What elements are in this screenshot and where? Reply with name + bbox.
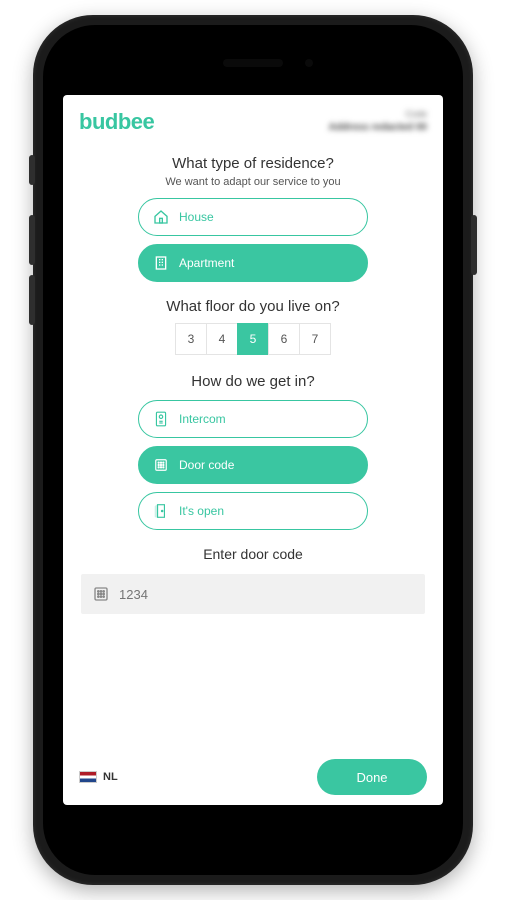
phone-bezel: budbee Code Address redacted 00 What typ…: [43, 25, 463, 875]
access-option-open[interactable]: It's open: [138, 492, 368, 530]
floor-cell-0[interactable]: 3: [175, 323, 207, 355]
apartment-icon: [153, 255, 169, 271]
header-address-blurred: Code Address redacted 00: [329, 109, 427, 134]
app-root: budbee Code Address redacted 00 What typ…: [63, 95, 443, 805]
residence-option-house[interactable]: House: [138, 198, 368, 236]
access-option-intercom-label: Intercom: [179, 412, 226, 426]
access-option-doorcode[interactable]: Door code: [138, 446, 368, 484]
doorcode-title: Enter door code: [79, 546, 427, 562]
power-button: [471, 215, 477, 275]
front-camera: [305, 59, 313, 67]
silence-switch: [29, 155, 35, 185]
residence-options: House: [79, 198, 427, 282]
intercom-icon: [153, 411, 169, 427]
floor-cell-3[interactable]: 6: [268, 323, 300, 355]
app-header: budbee Code Address redacted 00: [79, 109, 427, 135]
residence-option-apartment-label: Apartment: [179, 256, 234, 270]
access-option-intercom[interactable]: Intercom: [138, 400, 368, 438]
language-selector[interactable]: NL: [79, 771, 118, 783]
doorcode-field-wrap[interactable]: [81, 574, 425, 614]
volume-down-button: [29, 275, 35, 325]
floor-cell-2[interactable]: 5: [237, 323, 269, 355]
floor-cell-1[interactable]: 4: [206, 323, 238, 355]
doorcode-input[interactable]: [119, 587, 413, 602]
flag-nl-icon: [79, 771, 97, 783]
volume-up-button: [29, 215, 35, 265]
phone-frame: budbee Code Address redacted 00 What typ…: [33, 15, 473, 885]
keypad-icon: [93, 586, 109, 602]
door-open-icon: [153, 503, 169, 519]
residence-subtitle: We want to adapt our service to you: [79, 176, 427, 188]
access-options: Intercom: [79, 400, 427, 530]
residence-option-apartment[interactable]: Apartment: [138, 244, 368, 282]
app-footer: NL Done: [79, 751, 427, 795]
floor-title: What floor do you live on?: [79, 298, 427, 315]
access-option-open-label: It's open: [179, 504, 224, 518]
house-icon: [153, 209, 169, 225]
language-label: NL: [103, 771, 118, 783]
brand-logo: budbee: [79, 109, 154, 135]
keypad-icon: [153, 457, 169, 473]
done-button[interactable]: Done: [317, 759, 427, 795]
access-option-doorcode-label: Door code: [179, 458, 234, 472]
residence-option-house-label: House: [179, 210, 214, 224]
access-title: How do we get in?: [79, 373, 427, 390]
screen: budbee Code Address redacted 00 What typ…: [63, 95, 443, 805]
floor-picker: 3 4 5 6 7: [79, 323, 427, 355]
speaker: [223, 59, 283, 67]
floor-cell-4[interactable]: 7: [299, 323, 331, 355]
main-content: What type of residence? We want to adapt…: [79, 135, 427, 751]
residence-title: What type of residence?: [79, 155, 427, 172]
